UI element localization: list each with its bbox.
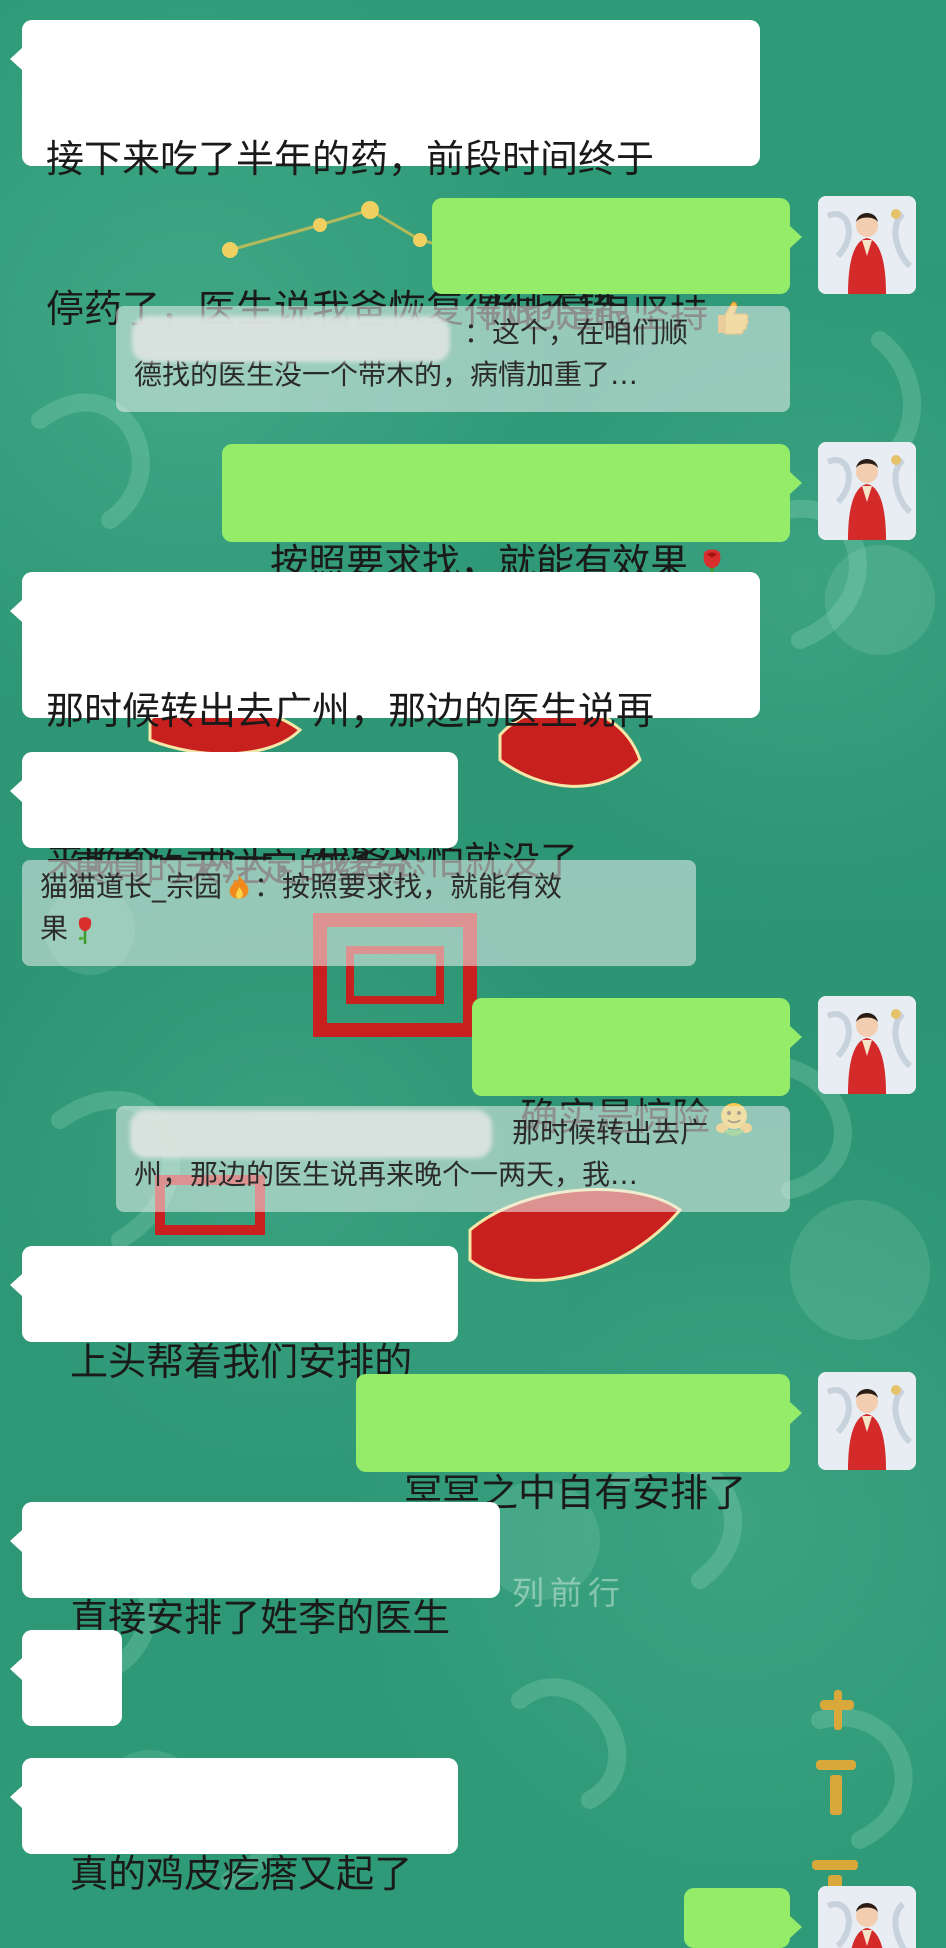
avatar-portrait-icon [818, 996, 916, 1094]
message-text-line: 接下来吃了半年的药，前段时间终于 [46, 137, 655, 181]
fire-icon [229, 875, 249, 899]
background-motto-text: 列前行 [512, 1574, 627, 1612]
quoted-message[interactable]: 猫猫道长_宗园 ：按照要求找，就能有效 果 [22, 860, 696, 966]
quote-sender-name: 猫猫道长_宗园 [40, 870, 223, 903]
avatar-portrait-icon [818, 1886, 916, 1948]
avatar-portrait-icon [818, 196, 916, 294]
user-avatar[interactable] [818, 196, 916, 294]
message-bubble-left[interactable]: 真真的天注定的缘分 [10, 752, 458, 890]
avatar-portrait-icon [818, 1372, 916, 1470]
message-bubble-right[interactable] [684, 1888, 802, 1948]
message-bubble-right[interactable]: 按照要求找，就能有效果 [222, 444, 802, 585]
user-avatar[interactable] [818, 1886, 916, 1948]
message-bubble-left[interactable]: 对 [10, 1630, 122, 1836]
message-bubble-left[interactable]: 接下来吃了半年的药，前段时间终于 停药了，医生说我爸恢复得很不错。 [10, 20, 760, 331]
message-bubble-right[interactable]: 冥冥之中自有安排了 [356, 1374, 802, 1515]
user-avatar[interactable] [818, 442, 916, 540]
user-avatar[interactable] [818, 996, 916, 1094]
avatar-portrait-icon [818, 442, 916, 540]
message-bubble-left[interactable]: 上头帮着我们安排的 [10, 1246, 458, 1384]
message-text-line: 那时候转出去广州，那边的医生说再 [46, 689, 655, 733]
message-bubble-left[interactable]: 那时候转出去广州，那边的医生说再 来晚个一两天，我爸恐怕就没了 [10, 572, 760, 883]
message-bubble-right[interactable]: 确实是惊险 [472, 998, 802, 1139]
message-text: 直接安排了姓李的医生 [70, 1596, 451, 1640]
redacted-name [130, 1110, 492, 1158]
quote-text-line: 猫猫道长_宗园 ：按照要求找，就能有效 [40, 866, 678, 908]
quote-text-line: 州，那边的医生说再来晚个一两天，我… [134, 1158, 639, 1191]
message-bubble-left[interactable]: 直接安排了姓李的医生 [10, 1502, 500, 1640]
message-bubble-left[interactable]: 真的鸡皮疙瘩又起了 [10, 1758, 458, 1896]
user-avatar[interactable] [818, 1372, 916, 1470]
message-bubble-right[interactable]: 你也是很坚持 [432, 198, 802, 336]
redacted-name [132, 316, 450, 362]
message-text: 真的鸡皮疙瘩又起了 [70, 1852, 413, 1896]
quote-text: ：按照要求找，就能有效 [254, 870, 563, 903]
rose-icon [78, 917, 92, 944]
quote-text-line: 果 [40, 908, 678, 950]
